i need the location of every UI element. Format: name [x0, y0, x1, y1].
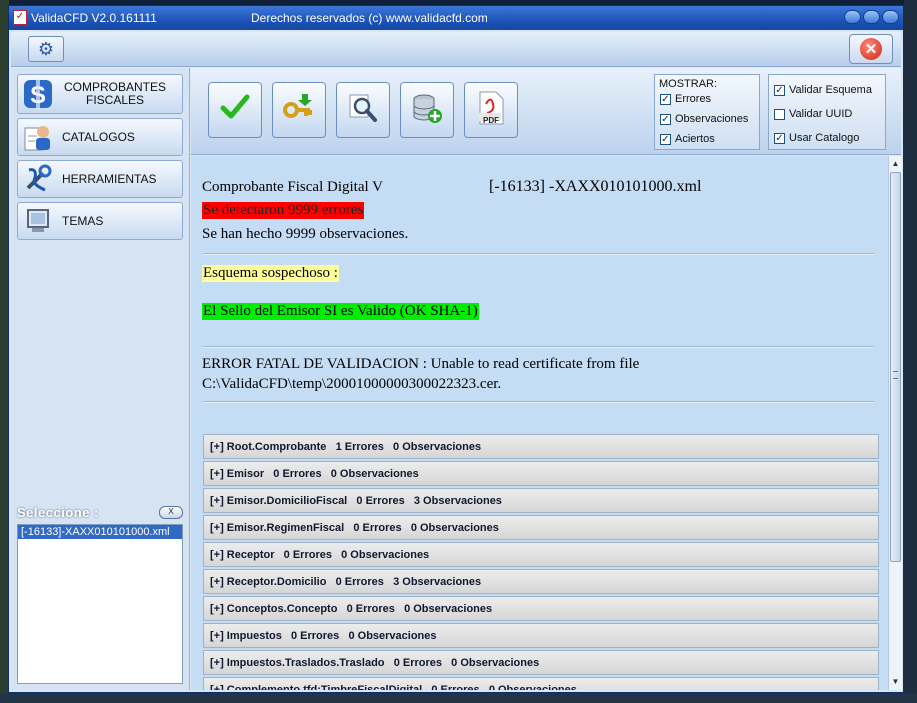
desktop-bottom-strip	[0, 693, 917, 703]
selection-panel: Seleccione : X [-16133]-XAXX010101000.xm…	[17, 504, 183, 684]
mostrar-panel: MOSTRAR: ✓ Errores ✓ Observaciones ✓ Aci…	[654, 74, 760, 150]
search-button[interactable]	[336, 82, 390, 138]
checkbox-label: Aciertos	[675, 133, 715, 145]
desktop-right-strip	[904, 0, 917, 703]
section-row[interactable]: [+] Complemento.tfd:TimbreFiscalDigital …	[203, 677, 879, 690]
checkbox-label: Usar Catalogo	[789, 132, 860, 144]
app-window: ✓ ValidaCFD V2.0.161111 Derechos reserva…	[8, 5, 904, 693]
file-list[interactable]: [-16133]-XAXX010101000.xml	[17, 524, 183, 684]
checkbox-box[interactable]: ✓	[660, 133, 671, 145]
section-row[interactable]: [+] Receptor 0 Errores 0 Observaciones	[203, 542, 879, 567]
nav-label: CATALOGOS	[62, 129, 135, 144]
close-icon: ✕	[860, 38, 882, 60]
checkbox-label: Validar UUID	[789, 108, 853, 120]
title-bar[interactable]: ✓ ValidaCFD V2.0.161111 Derechos reserva…	[9, 6, 903, 30]
section-row[interactable]: [+] Conceptos.Concepto 0 Errores 0 Obser…	[203, 596, 879, 621]
scroll-down-arrow[interactable]: ▼	[890, 676, 901, 688]
pdf-label: PDF	[483, 116, 499, 125]
selection-title: Seleccione :	[17, 504, 99, 520]
checkbox-box[interactable]	[774, 108, 785, 120]
divider	[203, 253, 874, 255]
search-icon	[347, 92, 379, 129]
divider	[203, 346, 874, 348]
schema-status: Esquema sospechoso :	[202, 265, 339, 282]
file-list-item[interactable]: [-16133]-XAXX010101000.xml	[18, 525, 182, 539]
monitor-icon	[22, 205, 54, 237]
check-icon	[220, 93, 250, 128]
checkbox-box[interactable]: ✓	[660, 113, 671, 125]
download-key-button[interactable]	[272, 82, 326, 138]
mostrar-title: MOSTRAR:	[659, 78, 718, 90]
nav-comprobantes-fiscales[interactable]: S COMPROBANTES FISCALES	[17, 74, 183, 114]
window-subtitle: Derechos reservados (c) www.validacfd.co…	[251, 11, 488, 25]
mostrar-aciertos-checkbox[interactable]: ✓ Aciertos	[660, 133, 715, 145]
selection-close-button[interactable]: X	[159, 505, 183, 519]
sidebar: S COMPROBANTES FISCALES CATALOGOS HERRAM…	[11, 68, 190, 690]
validar-uuid-checkbox[interactable]: Validar UUID	[774, 108, 852, 120]
section-list: [+] Root.Comprobante 1 Errores 0 Observa…	[203, 434, 879, 690]
scroll-up-arrow[interactable]: ▲	[890, 158, 901, 170]
settings-button[interactable]: ⚙	[28, 36, 64, 62]
section-row[interactable]: [+] Impuestos 0 Errores 0 Observaciones	[203, 623, 879, 648]
scroll-thumb[interactable]	[890, 172, 901, 562]
top-bar: ⚙ ✕	[11, 32, 901, 67]
result-panel: Comprobante Fiscal Digital V [-16133] -X…	[191, 156, 888, 690]
vertical-scrollbar[interactable]: ▲ ▼	[888, 156, 902, 690]
validar-panel: ✓ Validar Esquema Validar UUID ✓ Usar Ca…	[768, 74, 886, 150]
section-row[interactable]: [+] Receptor.Domicilio 0 Errores 3 Obser…	[203, 569, 879, 594]
checkbox-box[interactable]: ✓	[660, 93, 671, 105]
mostrar-errores-checkbox[interactable]: ✓ Errores	[660, 93, 711, 105]
window-close-button[interactable]	[882, 10, 899, 24]
checkbox-label: Errores	[675, 93, 712, 105]
nav-temas[interactable]: TEMAS	[17, 202, 183, 240]
nav-label: TEMAS	[62, 213, 104, 228]
observations-summary: Se han hecho 9999 observaciones.	[202, 226, 409, 242]
errors-summary: Se detectaron 9999 errores	[202, 202, 365, 219]
tools-icon	[22, 163, 54, 195]
pdf-export-button[interactable]: PDF	[464, 82, 518, 138]
app-icon[interactable]: ✓	[13, 10, 27, 25]
close-app-button[interactable]: ✕	[849, 34, 893, 64]
section-row[interactable]: [+] Emisor.DomicilioFiscal 0 Errores 3 O…	[203, 488, 879, 513]
fatal-error-line1: ERROR FATAL DE VALIDACION : Unable to re…	[202, 356, 640, 372]
window-title: ValidaCFD V2.0.161111	[31, 11, 157, 25]
usar-catalogo-checkbox[interactable]: ✓ Usar Catalogo	[774, 132, 859, 144]
section-row[interactable]: [+] Impuestos.Traslados.Traslado 0 Error…	[203, 650, 879, 675]
seal-status: El Sello del Emisor SI es Valido (OK SHA…	[202, 303, 479, 320]
nav-catalogos[interactable]: CATALOGOS	[17, 118, 183, 156]
validate-button[interactable]	[208, 82, 262, 138]
nav-label: HERRAMIENTAS	[62, 171, 157, 186]
checkbox-box[interactable]: ✓	[774, 132, 785, 144]
section-row[interactable]: [+] Emisor 0 Errores 0 Observaciones	[203, 461, 879, 486]
gear-icon: ⚙	[37, 38, 55, 59]
checkbox-label: Observaciones	[675, 113, 749, 125]
database-add-icon	[410, 92, 444, 129]
database-add-button[interactable]	[400, 82, 454, 138]
document-type: Comprobante Fiscal Digital V	[202, 179, 383, 195]
toolbar: PDF MOSTRAR: ✓ Errores ✓ Observaciones ✓…	[191, 68, 901, 155]
minimize-button[interactable]	[844, 10, 861, 24]
section-row[interactable]: [+] Emisor.RegimenFiscal 0 Errores 0 Obs…	[203, 515, 879, 540]
divider	[203, 401, 874, 403]
fatal-error-line2: C:\ValidaCFD\temp\20001000000300022323.c…	[202, 376, 502, 392]
nav-label-line2: FISCALES	[85, 93, 145, 107]
maximize-button[interactable]	[863, 10, 880, 24]
window-controls	[844, 10, 899, 24]
checkbox-label: Validar Esquema	[789, 84, 872, 96]
person-document-icon	[22, 121, 54, 153]
file-name: [-16133] -XAXX010101000.xml	[489, 178, 702, 195]
mostrar-observaciones-checkbox[interactable]: ✓ Observaciones	[660, 113, 748, 125]
key-download-icon	[282, 92, 316, 129]
validar-esquema-checkbox[interactable]: ✓ Validar Esquema	[774, 84, 872, 96]
nav-herramientas[interactable]: HERRAMIENTAS	[17, 160, 183, 198]
dollar-s-icon: S	[22, 78, 54, 110]
section-row[interactable]: [+] Root.Comprobante 1 Errores 0 Observa…	[203, 434, 879, 459]
checkbox-box[interactable]: ✓	[774, 84, 785, 96]
